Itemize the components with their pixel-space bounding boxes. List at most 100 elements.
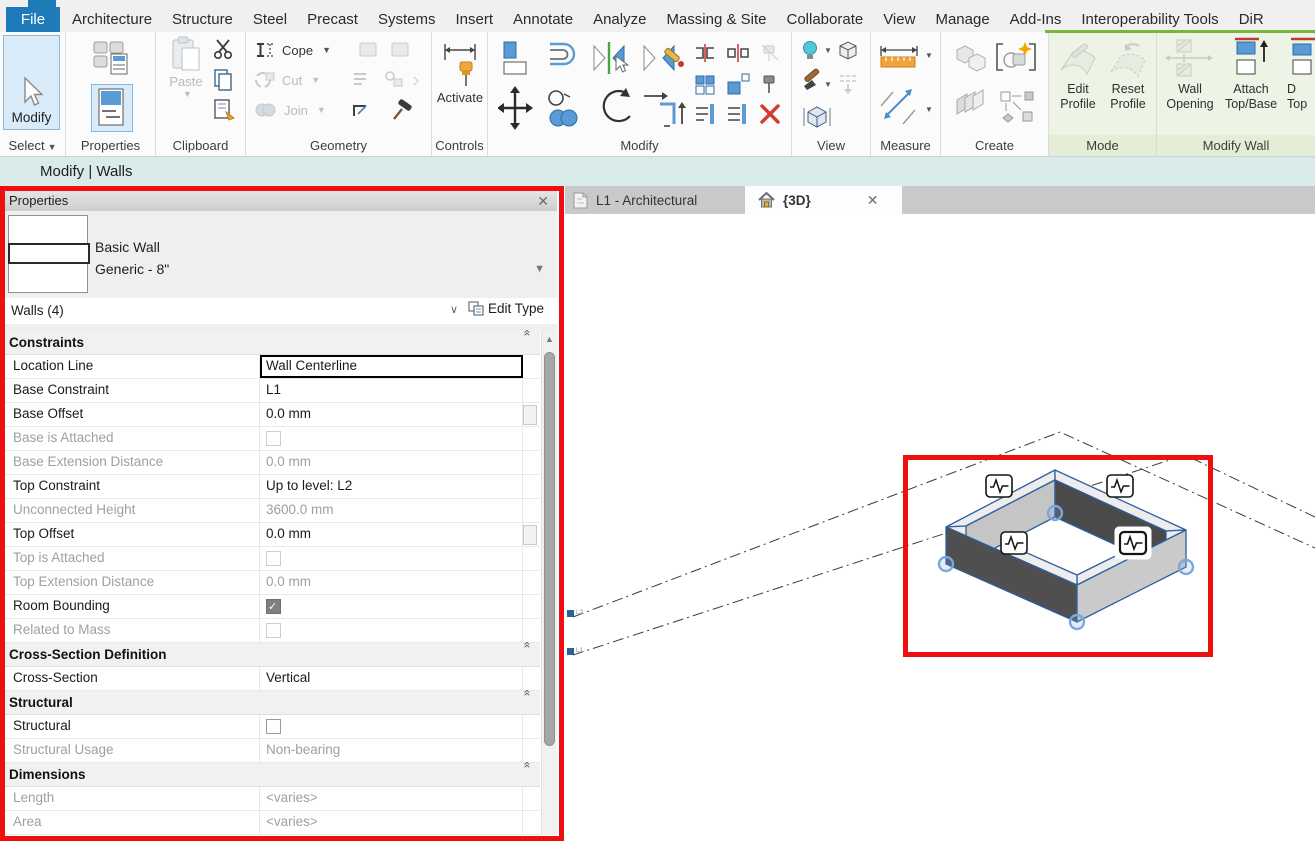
menu-tab-view[interactable]: View [883,11,915,28]
select-dropdown[interactable]: Select▼ [0,138,65,153]
collapse-icon[interactable]: « [516,690,539,716]
rotate-icon[interactable] [604,88,630,121]
create-similar-icon[interactable] [997,42,1035,70]
measure-between-icon[interactable] [881,89,915,124]
view-tab-l1-architectural[interactable]: L1 - Architectural [573,186,738,214]
checkbox[interactable] [266,719,281,734]
wall-profile-icon[interactable] [1107,475,1133,497]
pin-icon[interactable] [764,76,774,93]
menu-tab-systems[interactable]: Systems [378,11,436,28]
menu-tab-massing-site[interactable]: Massing & Site [666,11,766,28]
edit-profile-button[interactable]: EditProfile [1053,36,1103,132]
associate-parameter-button[interactable] [523,403,540,426]
join-button[interactable]: Join ▼ [254,100,326,120]
activate-dimensions-button[interactable]: Activate [432,38,488,105]
level-line-l1[interactable] [573,455,1315,655]
property-value[interactable]: Vertical [260,667,523,690]
view-tab-3d[interactable]: {3D} ✕ [745,186,902,214]
scrollbar-thumb[interactable] [544,352,555,746]
delete-icon[interactable] [762,106,778,122]
copy-button[interactable] [212,68,234,92]
checkbox[interactable] [266,599,281,614]
unpin-icon[interactable] [762,45,778,61]
menu-tab-interoperability-tools[interactable]: Interoperability Tools [1081,11,1218,28]
application-icon[interactable] [28,0,56,7]
chevron-down-icon[interactable]: ▼ [534,263,545,275]
selection-filter[interactable]: Walls (4) [11,303,64,318]
drag-handle[interactable] [1179,560,1193,574]
copy-modify-icon[interactable] [549,91,577,126]
menu-tab-file[interactable]: File [6,7,60,32]
drawing-canvas-3d-view[interactable]: L2 L1 [565,214,1315,843]
extend-multiple-icon[interactable] [728,104,746,124]
type-properties-button[interactable] [88,36,134,80]
cut-geometry-button[interactable]: Cut ▼ [254,70,320,90]
properties-palette-button[interactable] [91,84,133,132]
paste-button[interactable]: Paste ▼ [164,36,208,130]
properties-title-bar[interactable]: Properties ✕ [5,191,557,211]
align-icon[interactable] [504,42,526,74]
menu-tab-manage[interactable]: Manage [935,11,989,28]
edit-type-button[interactable]: Edit Type [468,301,544,316]
scrollbar[interactable]: ▲ [541,331,557,835]
menu-tab-collaborate[interactable]: Collaborate [786,11,863,28]
property-value[interactable] [260,595,523,618]
ruler-icon[interactable] [881,46,917,67]
cope-button[interactable]: Cope ▼ [254,40,331,60]
detach-top-base-button[interactable]: DTop [1287,36,1315,132]
hidden-lines-icon[interactable] [840,76,856,94]
viewcube-icon[interactable] [840,42,856,59]
mirror-axis-icon[interactable] [594,42,628,74]
offset-icon[interactable] [550,44,574,64]
attach-top-base-button[interactable]: AttachTop/Base [1219,36,1283,132]
level-marker-l2[interactable]: L2 [567,609,584,617]
property-value[interactable]: Wall Centerline [260,355,523,378]
move-icon[interactable] [498,86,533,130]
section-header-constraints[interactable]: Constraints« [5,331,540,355]
property-value[interactable] [260,715,523,738]
menu-tab-structure[interactable]: Structure [172,11,233,28]
split-icon[interactable] [696,44,714,62]
wall-profile-icon-selected[interactable] [1116,528,1150,558]
section-header-cross-section-definition[interactable]: Cross-Section Definition« [5,643,540,667]
scale-icon[interactable] [728,74,749,94]
array-icon[interactable] [696,76,714,94]
align-multiple-icon[interactable] [696,104,714,124]
menu-tab-annotate[interactable]: Annotate [513,11,573,28]
section-header-dimensions[interactable]: Dimensions« [5,763,540,787]
match-type-button[interactable] [212,98,236,122]
create-assembly-icon[interactable] [957,90,983,114]
menu-tab-analyze[interactable]: Analyze [593,11,646,28]
menu-tab-architecture[interactable]: Architecture [72,11,152,28]
type-selector[interactable]: Basic Wall Generic - 8" ▼ [5,211,557,298]
trim-extend-icon[interactable] [644,92,686,126]
create-group-icon[interactable] [957,46,985,71]
drag-handle[interactable] [939,557,953,571]
property-value[interactable]: 0.0 mm [260,403,523,426]
associate-parameter-button[interactable] [523,523,540,546]
collapse-icon[interactable]: « [516,642,539,668]
chevron-down-icon[interactable]: ∨ [450,303,458,316]
scroll-up-icon[interactable]: ▲ [542,331,557,347]
property-value[interactable]: 0.0 mm [260,523,523,546]
close-icon[interactable]: ✕ [867,192,879,209]
split-gap-icon[interactable] [728,44,748,62]
mirror-draw-icon[interactable] [644,46,684,70]
cut-button[interactable] [212,38,234,60]
collapse-icon[interactable]: « [516,330,539,356]
wall-profile-icon[interactable] [1001,532,1027,554]
close-icon[interactable]: ✕ [537,191,549,211]
menu-tab-dir[interactable]: DiR [1239,11,1264,28]
drag-handle[interactable] [1070,615,1084,629]
drag-handle[interactable] [1048,506,1062,520]
level-line-l2[interactable] [573,432,1315,617]
property-value[interactable]: Up to level: L2 [260,475,523,498]
paintbrush-icon[interactable] [804,68,819,90]
section-header-structural[interactable]: Structural« [5,691,540,715]
create-parts-icon[interactable] [1001,92,1033,122]
modify-button[interactable]: Modify [3,35,60,130]
level-marker-l1[interactable]: L1 [567,647,584,655]
collapse-icon[interactable]: « [516,762,539,788]
menu-tab-precast[interactable]: Precast [307,11,358,28]
menu-tab-add-ins[interactable]: Add-Ins [1010,11,1062,28]
